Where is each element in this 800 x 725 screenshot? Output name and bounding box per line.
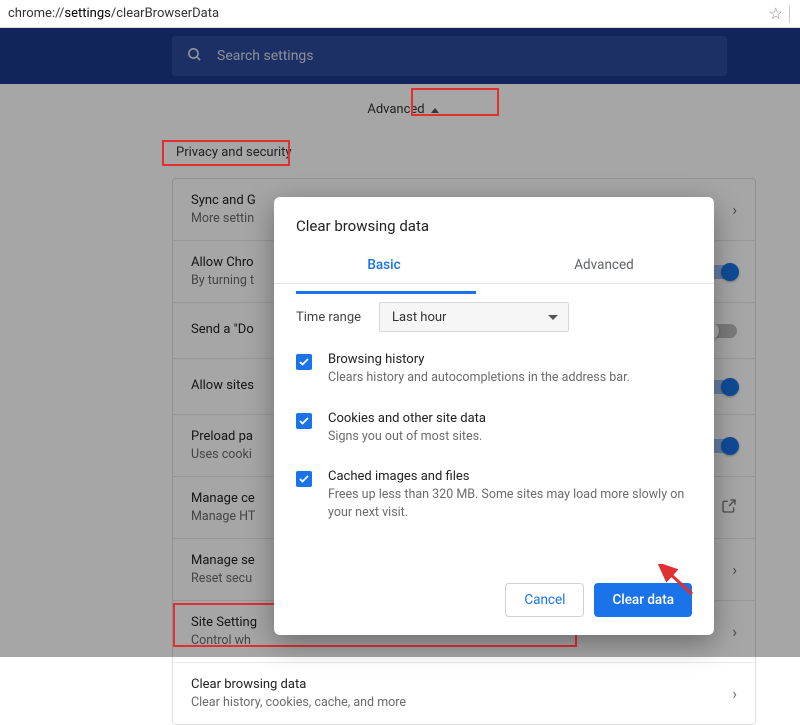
setting-sub: Clear history, cookies, cache, and more xyxy=(191,695,732,710)
clear-browsing-data-dialog: Clear browsing data Basic Advanced Time … xyxy=(274,197,714,635)
setting-title: Clear browsing data xyxy=(191,677,732,692)
checkbox-sub: Clears history and autocompletions in th… xyxy=(328,369,630,387)
dialog-title: Clear browsing data xyxy=(274,197,714,251)
setting-row[interactable]: Clear browsing data Clear history, cookie… xyxy=(173,663,755,724)
checkbox-row: Cached images and files Frees up less tha… xyxy=(274,457,714,533)
tab-basic[interactable]: Basic xyxy=(274,251,494,283)
time-range-label: Time range xyxy=(296,310,361,325)
dialog-tabs: Basic Advanced xyxy=(274,251,714,284)
dropdown-triangle-icon xyxy=(548,315,558,320)
time-range-dropdown[interactable]: Last hour xyxy=(379,302,569,332)
checkbox-title: Cached images and files xyxy=(328,469,692,484)
clear-data-button[interactable]: Clear data xyxy=(594,583,692,617)
cancel-button[interactable]: Cancel xyxy=(505,583,584,617)
setting-text: Clear browsing data Clear history, cookie… xyxy=(191,677,732,710)
tab-underline xyxy=(296,291,476,294)
time-range-value: Last hour xyxy=(392,310,446,325)
url-bar[interactable]: chrome://settings/clearBrowserData ☆ xyxy=(0,0,800,28)
checkbox-title: Cookies and other site data xyxy=(328,411,486,426)
checkbox-row: Browsing history Clears history and autoc… xyxy=(274,340,714,399)
chevron-right-icon: › xyxy=(732,684,737,703)
url-text: chrome://settings/clearBrowserData xyxy=(8,6,769,21)
checkbox[interactable] xyxy=(296,413,312,429)
checkbox-sub: Signs you out of most sites. xyxy=(328,428,486,446)
checkbox-text: Cookies and other site data Signs you out… xyxy=(328,411,486,446)
checkbox-title: Browsing history xyxy=(328,352,630,367)
url-divider xyxy=(789,5,790,23)
checkbox-text: Cached images and files Frees up less tha… xyxy=(328,469,692,521)
checkbox[interactable] xyxy=(296,354,312,370)
checkbox-sub: Frees up less than 320 MB. Some sites ma… xyxy=(328,486,692,521)
checkbox-text: Browsing history Clears history and autoc… xyxy=(328,352,630,387)
checkbox-row: Cookies and other site data Signs you out… xyxy=(274,399,714,458)
bookmark-star-icon[interactable]: ☆ xyxy=(769,4,783,23)
checkbox[interactable] xyxy=(296,471,312,487)
tab-advanced[interactable]: Advanced xyxy=(494,251,714,283)
